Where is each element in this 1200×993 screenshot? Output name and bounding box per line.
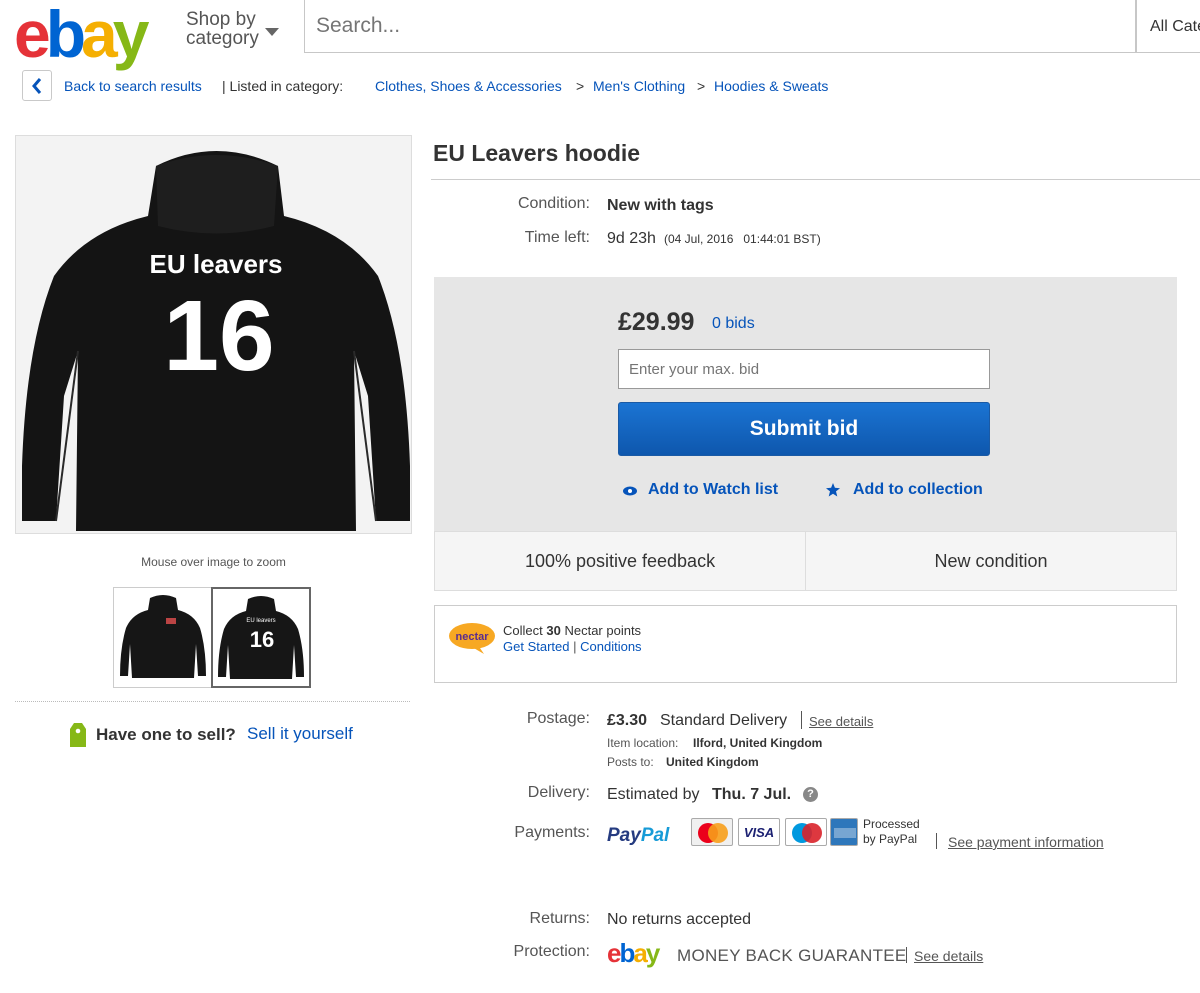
hoodie-back-thumbnail: EU leavers 16 xyxy=(213,589,309,686)
divider xyxy=(801,711,802,729)
condition-value: New with tags xyxy=(607,197,714,214)
add-to-collection-link[interactable]: Add to collection xyxy=(853,481,983,499)
sell-it-yourself-link[interactable]: Sell it yourself xyxy=(247,724,353,744)
paypal-pay: Pay xyxy=(607,825,641,846)
money-back-guarantee-text: MONEY BACK GUARANTEE xyxy=(677,946,907,965)
breadcrumb-separator: > xyxy=(576,78,585,94)
postage-see-details-link[interactable]: See details xyxy=(809,714,873,729)
positive-feedback-badge: 100% positive feedback xyxy=(434,531,806,591)
chevron-left-icon xyxy=(32,78,42,94)
divider xyxy=(906,947,907,963)
shop-by-label: Shop by xyxy=(186,9,256,30)
bids-count-link[interactable]: 0 bids xyxy=(712,315,755,333)
time-left-label: Time left: xyxy=(524,229,590,246)
delivery-date: Thu. 7 Jul. xyxy=(712,786,792,803)
see-payment-information-link[interactable]: See payment information xyxy=(948,834,1104,850)
item-location-value: Ilford, United Kingdom xyxy=(693,736,823,750)
breadcrumb-mens-clothing[interactable]: Men's Clothing xyxy=(593,78,685,94)
logo-letter-a: a xyxy=(633,938,648,968)
chevron-down-icon[interactable] xyxy=(265,28,279,36)
hoodie-back-image: EU leavers 16 xyxy=(16,136,411,533)
thumb-print-number: 16 xyxy=(250,627,274,652)
all-categories-select[interactable]: All Categories xyxy=(1136,0,1200,53)
submit-bid-button[interactable]: Submit bid xyxy=(618,402,990,456)
nectar-points: 30 xyxy=(546,623,561,638)
processed-line-2: by PayPal xyxy=(863,832,918,846)
get-started-link[interactable]: Get Started xyxy=(503,639,569,654)
ebay-logo[interactable]: ebay xyxy=(14,1,149,67)
nectar-logo-text: nectar xyxy=(455,631,489,643)
search-input[interactable] xyxy=(304,0,1136,53)
amex-icon xyxy=(830,818,858,846)
back-to-search-link[interactable]: Back to search results xyxy=(64,78,202,94)
processed-line-1: Processed xyxy=(863,817,920,831)
postage-service: Standard Delivery xyxy=(660,712,788,729)
item-location-label: Item location: xyxy=(607,736,679,750)
breadcrumb-separator: > xyxy=(697,78,706,94)
postage-price: £3.30 xyxy=(607,712,648,729)
thumbnail-1[interactable] xyxy=(113,587,213,688)
visa-icon: VISA xyxy=(738,818,780,846)
hoodie-print-number: 16 xyxy=(163,280,274,392)
protection-see-details-link[interactable]: See details xyxy=(914,948,983,964)
logo-letter-b: b xyxy=(619,938,635,968)
listed-in-label: | Listed in category: xyxy=(222,78,344,94)
time-left-detail: (04 Jul, 2016 01:44:01 BST) xyxy=(664,232,821,246)
processed-by-paypal: Processed by PayPal xyxy=(863,817,920,847)
category-label: category xyxy=(186,28,259,49)
postage-label: Postage: xyxy=(526,710,590,727)
new-condition-badge: New condition xyxy=(806,531,1177,591)
returns-value: No returns accepted xyxy=(607,911,752,928)
logo-letter-e: e xyxy=(607,938,622,968)
delivery-prefix: Estimated by xyxy=(607,786,700,803)
eye-icon xyxy=(623,486,637,496)
paypal-logo: PayPal xyxy=(607,825,669,847)
item-title: EU Leavers hoodie xyxy=(433,140,641,166)
payments-label: Payments: xyxy=(514,824,590,841)
nectar-collect-text: Collect 30 Nectar points xyxy=(503,623,641,638)
have-one-to-sell-label: Have one to sell? xyxy=(96,725,236,744)
price-tag-icon xyxy=(70,723,86,747)
divider xyxy=(15,701,410,702)
nectar-collect-suffix: Nectar points xyxy=(564,623,642,638)
zoom-hint: Mouse over image to zoom xyxy=(141,555,286,569)
thumbnail-2[interactable]: EU leavers 16 xyxy=(211,587,311,688)
divider xyxy=(936,833,937,849)
visa-text: VISA xyxy=(743,825,775,840)
logo-letter-a: a xyxy=(81,0,118,71)
star-icon xyxy=(826,483,840,497)
time-left-value: 9d 23h xyxy=(607,230,656,247)
hoodie-front-thumbnail xyxy=(114,588,212,687)
back-button[interactable] xyxy=(22,70,52,101)
shop-by-category-button[interactable]: Shop by category xyxy=(186,10,259,48)
delivery-label: Delivery: xyxy=(527,784,590,801)
condition-label: Condition: xyxy=(517,195,590,212)
nectar-collect-prefix: Collect xyxy=(503,623,543,638)
returns-label: Returns: xyxy=(529,910,590,927)
add-to-watch-list-link[interactable]: Add to Watch list xyxy=(648,481,778,499)
logo-letter-b: b xyxy=(45,0,86,71)
thumb-print-text: EU leavers xyxy=(246,618,275,624)
mastercard-icon xyxy=(691,818,733,846)
help-icon[interactable]: ? xyxy=(803,787,818,802)
logo-letter-y: y xyxy=(112,0,150,71)
breadcrumb-clothes[interactable]: Clothes, Shoes & Accessories xyxy=(375,78,562,94)
logo-letter-y: y xyxy=(645,938,661,968)
main-product-image[interactable]: EU leavers 16 xyxy=(15,135,412,534)
divider xyxy=(431,179,1200,180)
hoodie-print-text: EU leavers xyxy=(150,249,283,279)
max-bid-input[interactable] xyxy=(618,349,990,389)
conditions-link[interactable]: Conditions xyxy=(580,639,641,654)
nectar-logo: nectar xyxy=(449,623,495,654)
nectar-links: Get Started | Conditions xyxy=(503,639,642,654)
logo-letter-e: e xyxy=(14,0,51,71)
paypal-pal: Pal xyxy=(640,825,670,846)
posts-to-value: United Kingdom xyxy=(666,755,759,769)
ebay-guarantee-logo: ebay xyxy=(607,938,661,969)
breadcrumb-hoodies[interactable]: Hoodies & Sweats xyxy=(714,78,828,94)
posts-to-label: Posts to: xyxy=(607,755,654,769)
maestro-icon xyxy=(785,818,827,846)
protection-label: Protection: xyxy=(513,943,590,960)
current-price: £29.99 xyxy=(618,308,695,336)
